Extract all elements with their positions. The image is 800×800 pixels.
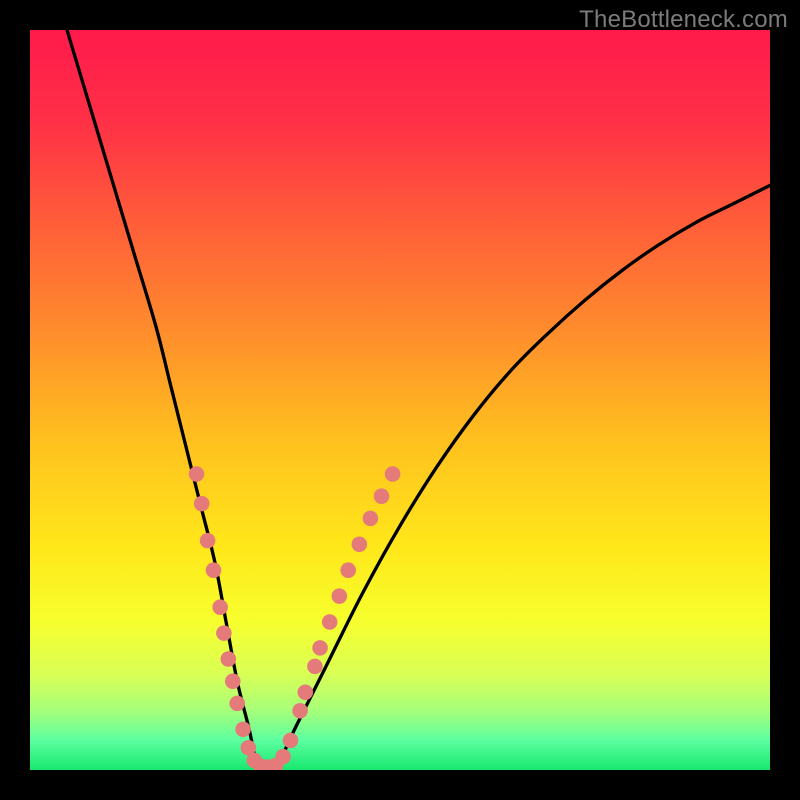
marker-dot xyxy=(298,685,314,701)
marker-dot xyxy=(200,533,216,549)
watermark-text: TheBottleneck.com xyxy=(579,6,788,34)
marker-dot xyxy=(229,696,245,712)
marker-dot xyxy=(292,703,308,719)
marker-dot xyxy=(235,722,251,738)
marker-dot xyxy=(332,588,348,604)
marker-dot xyxy=(206,562,222,578)
marker-dot xyxy=(283,733,299,749)
chart-frame: TheBottleneck.com xyxy=(0,0,800,800)
marker-dot xyxy=(312,640,328,656)
marker-dot xyxy=(275,749,291,765)
marker-dot xyxy=(322,614,338,630)
marker-dot xyxy=(307,659,323,675)
marker-dot xyxy=(352,537,368,553)
marker-dot xyxy=(363,511,379,527)
marker-dot xyxy=(216,625,232,641)
marker-dot xyxy=(225,673,241,689)
marker-dot xyxy=(374,488,390,504)
marker-dot xyxy=(189,466,205,482)
curve-layer xyxy=(30,30,770,770)
marker-dot xyxy=(340,562,356,578)
marker-dot xyxy=(212,599,228,615)
bottleneck-curve xyxy=(67,30,770,770)
marker-dot xyxy=(221,651,237,667)
marker-dot xyxy=(194,496,210,512)
plot-area xyxy=(30,30,770,770)
highlight-dots xyxy=(189,466,401,770)
marker-dot xyxy=(385,466,401,482)
